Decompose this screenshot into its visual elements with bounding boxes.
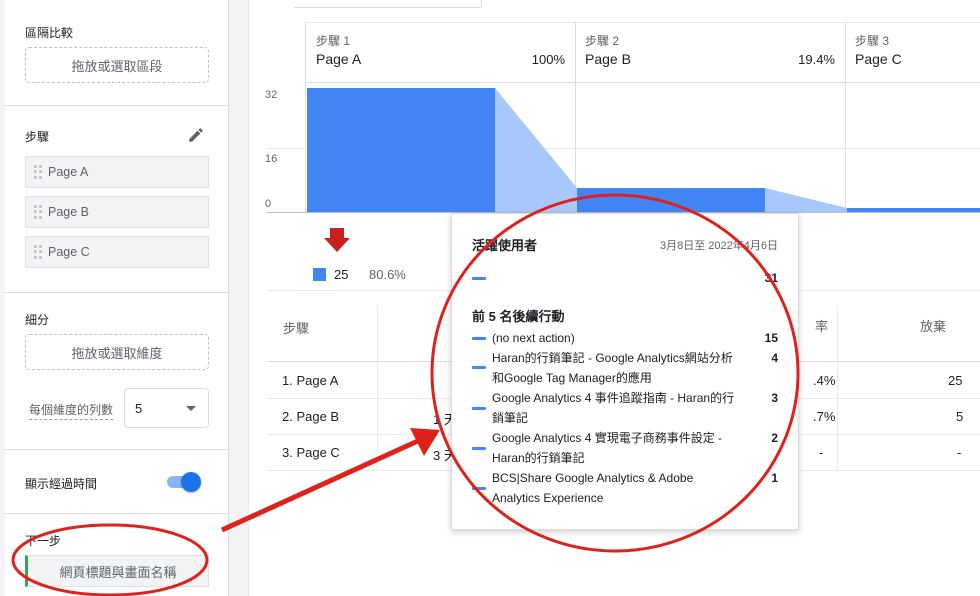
item-swatch [472,487,486,490]
dropoff-count: 25 [334,267,349,282]
step-chip-c[interactable]: Page C [25,236,209,268]
next-action-count: 4 [771,351,778,365]
next-action-item: Google Analytics 4 實現電子商務事件設定 - Haran的行銷… [492,431,723,465]
funnel-bar-2 [577,188,765,212]
row-rate: - [819,445,824,460]
step-chip-label: Page A [48,165,89,179]
toggle-knob [181,472,201,492]
row-abandon: - [957,445,962,460]
drag-handle-icon[interactable] [34,165,42,179]
legend-swatch [313,268,326,281]
funnel-bar-1 [307,88,495,212]
row-step: 1. Page A [282,373,339,388]
tooltip-series-swatch [472,277,486,280]
next-action-chip[interactable]: 網頁標題與畫面名稱 [25,555,209,587]
row-rate: .7% [813,409,836,424]
dropoff-area-1 [495,88,577,212]
select-value: 5 [135,400,143,416]
next-action-item: Haran的行銷筆記 - Google Analytics網站分析和Google… [492,351,733,385]
drag-handle-icon[interactable] [34,205,42,219]
item-swatch [472,447,486,450]
steps-title: 步驟 [25,130,50,144]
breakdown-title: 細分 [25,313,50,327]
next-action-count: 3 [771,391,778,405]
next-action-title: 下一步 [25,534,62,548]
step-chip-a[interactable]: Page A [25,156,209,188]
row-abandon: 25 [948,373,963,388]
dropdown-caret-icon [186,406,196,411]
header-rate[interactable]: 率 [815,316,828,335]
item-swatch [472,407,486,410]
edit-pencil-icon[interactable] [187,126,205,144]
rows-per-dimension-select[interactable]: 5 [124,388,209,428]
step-chip-label: Page B [48,205,90,219]
elapsed-time-label: 顯示經過時間 [25,477,98,491]
rows-per-dimension-label: 每個維度的列數 [29,401,114,420]
tooltip-date-range: 3月8日至 2022年4月6日 [660,240,778,252]
header-abandon[interactable]: 放棄 [920,316,946,335]
funnel-exploration-page: 區隔比較 拖放或選取區段 步驟 Page A Page B Page C 細分 … [0,0,980,596]
step-tooltip: 活躍使用者 3月8日至 2022年4月6日 31 前 5 名後續行動 (no n… [451,213,799,530]
row-abandon: 5 [956,409,964,424]
next-action-item: Google Analytics 4 事件追蹤指南 - Haran的行銷筆記 [492,391,735,425]
segment-dropzone[interactable]: 拖放或選取區段 [25,47,209,83]
item-swatch [472,366,486,369]
segment-compare-section: 區隔比較 拖放或選取區段 [5,0,229,106]
dropoff-area-2 [765,188,847,212]
step-chip-label: Page C [48,245,90,259]
tooltip-total: 31 [764,271,778,285]
row-step: 3. Page C [282,445,340,460]
tooltip-subtitle: 前 5 名後續行動 [472,309,565,324]
step-chip-b[interactable]: Page B [25,196,209,228]
next-action-count: 15 [764,331,778,345]
item-swatch [472,337,486,340]
tooltip-title: 活躍使用者 [472,238,538,253]
next-action-count: 1 [771,471,778,485]
dropoff-pct: 80.6% [369,267,406,282]
elapsed-time-toggle[interactable] [165,472,201,492]
dropoff-arrow-icon [324,228,350,252]
segment-compare-title: 區隔比較 [25,26,74,40]
row-step: 2. Page B [282,409,340,424]
drag-handle-icon[interactable] [34,245,42,259]
funnel-bar-3 [847,208,980,212]
row-rate: .4% [813,373,836,388]
next-action-item: (no next action) [492,331,575,345]
dimension-dropzone[interactable]: 拖放或選取維度 [25,334,209,370]
settings-panel: 區隔比較 拖放或選取區段 步驟 Page A Page B Page C 細分 … [5,0,229,596]
next-action-count: 2 [771,431,778,445]
next-action-item: BCS|Share Google Analytics & Adobe Analy… [492,471,694,505]
header-step[interactable]: 步驟 [283,318,309,337]
